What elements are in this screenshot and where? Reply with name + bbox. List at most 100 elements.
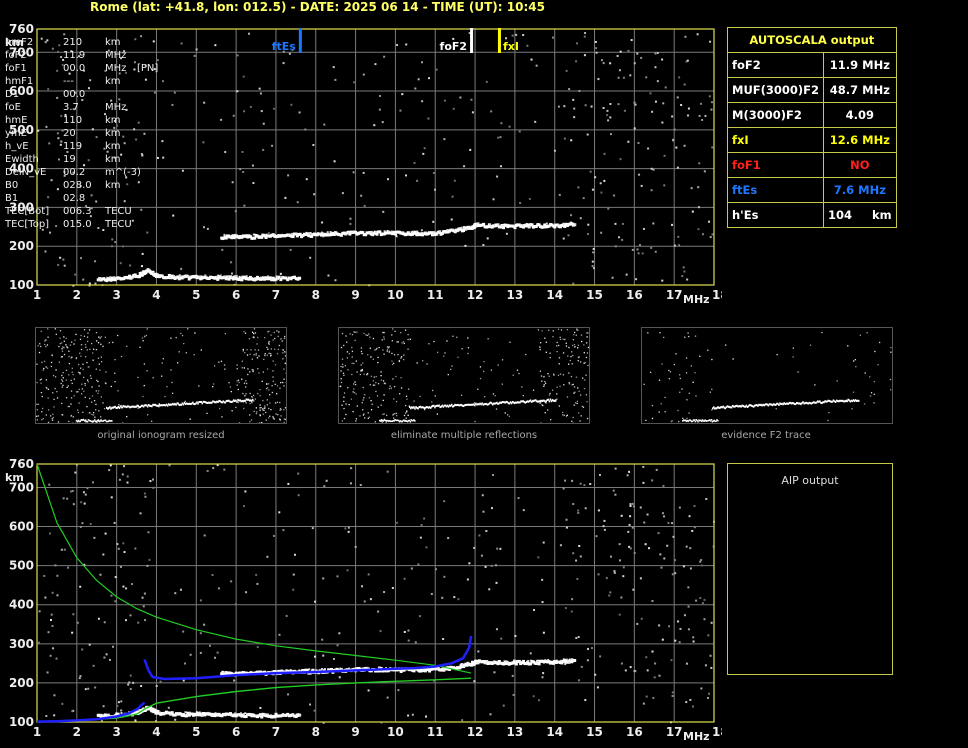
aip-name: B1 [5, 193, 19, 204]
x-tick-label: 2 [73, 725, 81, 739]
profile-curve-upper [143, 635, 473, 681]
aip-unit: TECU [105, 219, 132, 230]
thumbnail-evidence-f2 [641, 327, 893, 424]
y-axis-label: km [5, 471, 24, 484]
x-tick-label: 3 [112, 288, 120, 302]
y-tick-label: 600 [9, 520, 34, 534]
y-tick-label: 400 [9, 598, 34, 612]
x-tick-label: 10 [387, 288, 404, 302]
x-tick-label: 3 [112, 725, 120, 739]
x-tick-label: 18 [712, 288, 722, 302]
autoscala-row: ftEs 7.6 MHz [726, 177, 897, 203]
x-tick-label: 13 [507, 288, 524, 302]
x-tick-label: 7 [272, 725, 280, 739]
autoscala-value: 48.7 MHz [823, 77, 897, 103]
trace-es-trace [96, 268, 302, 283]
aip-name: D1 [5, 89, 20, 100]
aip-value: 006.3 [63, 206, 92, 217]
y-tick-label: 760 [9, 457, 34, 471]
aip-unit: TECU [105, 206, 132, 217]
marker-fxi [497, 28, 501, 53]
aip-unit: km [105, 141, 121, 152]
x-tick-label: 8 [312, 725, 320, 739]
x-tick-label: 9 [351, 288, 359, 302]
aip-value: 11.9 [63, 50, 86, 61]
autoscala-key: MUF(3000)F2 [726, 77, 825, 103]
x-tick-label: 8 [312, 288, 320, 302]
aip-unit: km [105, 154, 121, 165]
aip-value: 210 [63, 37, 83, 48]
aip-name: hmE [5, 115, 28, 126]
x-axis-label: MHz [683, 293, 710, 306]
y-tick-label: 200 [9, 239, 34, 253]
aip-value: --- [63, 76, 74, 87]
aip-unit: km [105, 76, 121, 87]
x-tick-label: 4 [152, 288, 160, 302]
aip-name: ymE [5, 128, 27, 139]
aip-value: 00.0 [63, 63, 86, 74]
x-tick-label: 1 [33, 725, 41, 739]
aip-value: 110 [63, 115, 83, 126]
autoscala-key: ftEs [726, 177, 825, 203]
aip-name: Ewidth [5, 154, 39, 165]
y-tick-label: 500 [9, 559, 34, 573]
aip-unit: km [105, 37, 121, 48]
aip-name: TEC[Top] [5, 219, 50, 230]
x-tick-label: 16 [626, 725, 643, 739]
page-header: Rome (lat: +41.8, lon: 012.5) - DATE: 20… [90, 0, 545, 14]
autoscala-key: h'Es [726, 202, 825, 228]
autoscala-key: fxI [726, 127, 825, 153]
x-tick-label: 6 [232, 288, 240, 302]
x-tick-label: 17 [666, 288, 683, 302]
autoscala-row: MUF(3000)F2 48.7 MHz [726, 77, 897, 103]
aip-name: hmF1 [5, 76, 34, 87]
autoscala-value: NO [823, 152, 897, 178]
y-tick-label: 100 [9, 715, 34, 729]
autoscala-row: foF2 11.9 MHz [726, 52, 897, 78]
thumbnail-caption-eliminate: eliminate multiple reflections [390, 430, 538, 441]
marker-fof2 [470, 28, 474, 53]
aip-value: 19 [63, 154, 76, 165]
thumbnail-caption-original: original ionogram resized [97, 430, 225, 441]
aip-name: foF1 [5, 63, 27, 74]
aip-name: h_vE [5, 141, 29, 152]
marker-label-fof2: foF2 [440, 40, 468, 53]
aip-unit: m^(-3) [105, 167, 141, 178]
autoscala-value: 4.09 [823, 102, 897, 128]
x-tick-label: 15 [586, 725, 603, 739]
y-tick-label: 300 [9, 637, 34, 651]
aip-unit: MHz [105, 50, 127, 61]
autoscala-row: fxI 12.6 MHz [726, 127, 897, 153]
aip-value: 015.0 [63, 219, 92, 230]
x-tick-label: 6 [232, 725, 240, 739]
aip-title: AIP output [781, 474, 839, 487]
autoscala-key: M(3000)F2 [726, 102, 825, 128]
aip-value: 3.7 [63, 102, 79, 113]
x-tick-label: 5 [192, 288, 200, 302]
marker-label-fxi: fxI [503, 40, 519, 53]
trace-f2-trace [220, 221, 577, 241]
x-tick-label: 15 [586, 288, 603, 302]
autoscala-value: 12.6 MHz [823, 127, 897, 153]
x-tick-label: 1 [33, 288, 41, 302]
autoscala-row: h'Es 104 km [726, 202, 897, 228]
x-tick-label: 13 [507, 725, 524, 739]
aip-value: 20 [63, 128, 76, 139]
x-tick-label: 10 [387, 725, 404, 739]
aip-unit: km [105, 180, 121, 191]
autoscala-value: 11.9 MHz [823, 52, 897, 78]
x-tick-label: 12 [467, 288, 484, 302]
aip-name: TEC[Bot] [5, 206, 50, 217]
x-tick-label: 18 [712, 725, 722, 739]
autoscala-row: foF1 NO [726, 152, 897, 178]
aip-name: foF2 [5, 50, 27, 61]
marker-label-ftes: ftEs [272, 40, 297, 53]
y-tick-label: 760 [9, 22, 34, 36]
autoscala-key: foF2 [726, 52, 825, 78]
x-tick-label: 14 [546, 725, 563, 739]
aip-name: foE [5, 102, 21, 113]
aip-value: 00.0 [63, 89, 86, 100]
aip-unit: MHz [105, 63, 127, 74]
aip-name: B0 [5, 180, 19, 191]
x-tick-label: 2 [73, 288, 81, 302]
